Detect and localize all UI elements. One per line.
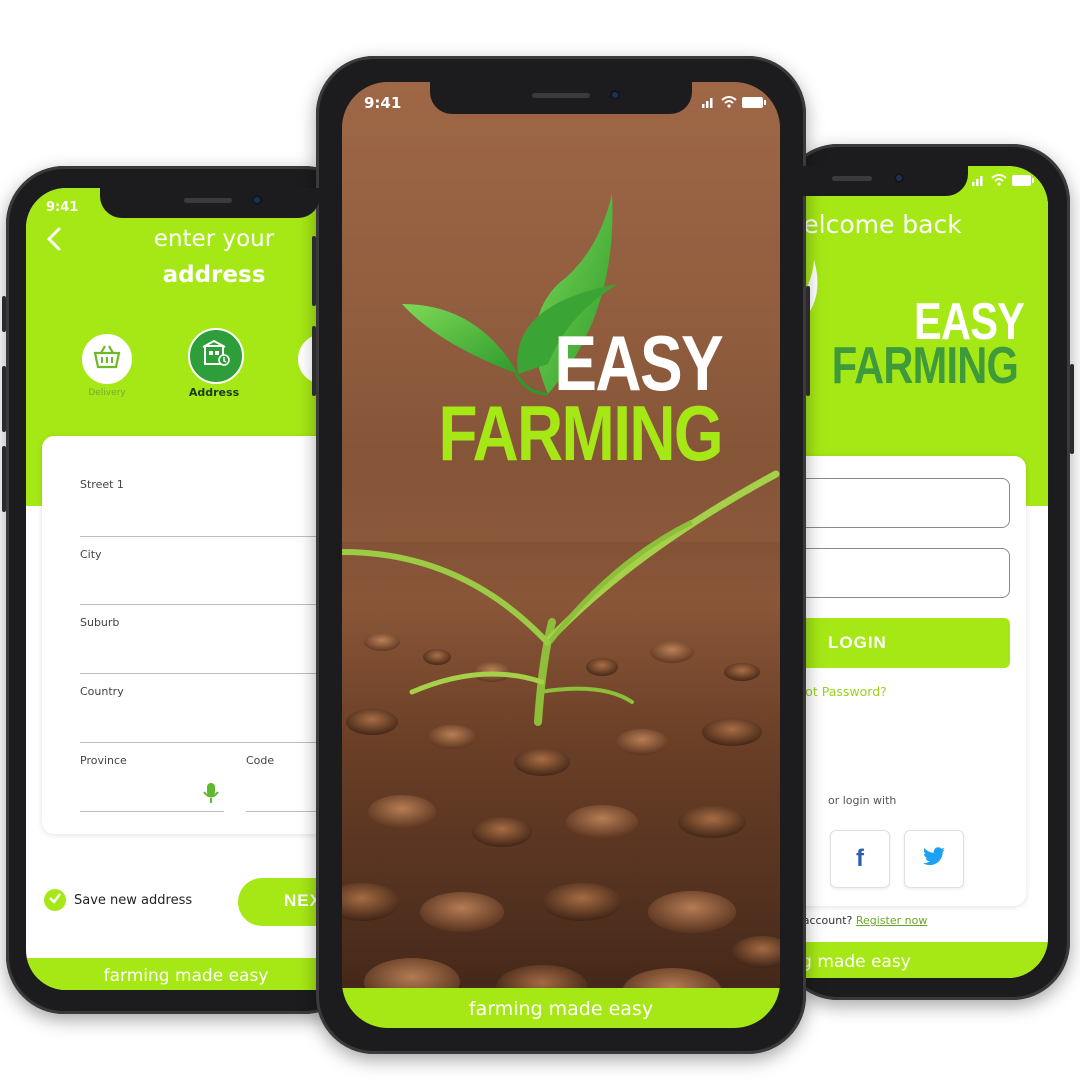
splash-screen: 9:41 EASY FARMING farming made easy <box>342 82 780 1028</box>
side-button <box>2 296 6 332</box>
microphone-icon[interactable] <box>202 782 220 809</box>
login-screen: Welcome back EASY FARMING LOGIN Forgot P… <box>802 166 1048 978</box>
country-label: Country <box>80 685 124 698</box>
login-button[interactable]: LOGIN <box>802 618 1010 668</box>
facebook-icon: f <box>856 845 864 872</box>
footer-tagline: farming made easy <box>26 958 346 990</box>
side-button <box>806 286 810 396</box>
wifi-icon <box>721 96 737 108</box>
back-icon[interactable] <box>44 226 66 252</box>
check-icon <box>48 891 62 909</box>
step-address[interactable] <box>188 328 244 384</box>
footer-tagline-text: farming made easy <box>468 998 654 1020</box>
facebook-login-button[interactable]: f <box>830 830 890 888</box>
wifi-icon <box>991 174 1007 186</box>
phone-splash: 9:41 EASY FARMING farming made easy <box>312 56 810 1054</box>
footer-tagline: farming made easy <box>342 988 780 1028</box>
notch <box>100 188 320 218</box>
status-time: 9:41 <box>364 94 402 112</box>
footer-tagline-text: farming made easy <box>802 952 911 972</box>
username-input[interactable] <box>802 478 1010 528</box>
footer-tagline-text: farming made easy <box>103 966 269 986</box>
code-label: Code <box>246 754 275 767</box>
twitter-icon <box>922 846 946 872</box>
splash-logo-farming: FARMING <box>438 389 724 477</box>
password-input[interactable] <box>802 548 1010 598</box>
login-logo-farming: FARMING <box>831 337 1019 395</box>
camera <box>610 90 620 100</box>
speaker <box>832 176 872 181</box>
battery-icon <box>1012 174 1034 186</box>
or-login-with-label: or login with <box>828 794 897 807</box>
welcome-title: Welcome back <box>802 210 962 239</box>
street-label: Street 1 <box>80 478 124 491</box>
step-delivery-label: Delivery <box>88 388 126 398</box>
speaker <box>532 93 590 98</box>
no-account-text: Don't have an account? <box>802 914 853 927</box>
province-input[interactable] <box>80 811 224 812</box>
camera <box>894 173 904 183</box>
battery-icon <box>742 96 766 108</box>
side-button <box>2 366 6 432</box>
login-button-label: LOGIN <box>828 633 887 652</box>
register-row: Don't have an account? Register now <box>802 914 927 927</box>
city-input[interactable] <box>80 604 346 605</box>
login-form-card: LOGIN Forgot Password? or login with f <box>802 456 1026 906</box>
register-link[interactable]: Register now <box>856 914 927 927</box>
speaker <box>184 198 232 203</box>
side-button <box>312 236 316 306</box>
side-button <box>2 446 6 512</box>
signal-icon <box>972 176 983 186</box>
address-screen: 9:41 enter your address Delivery Address… <box>26 188 346 990</box>
save-address-checkbox[interactable] <box>44 889 66 911</box>
save-address-label: Save new address <box>74 893 193 908</box>
status-icons <box>972 174 1034 186</box>
twitter-login-button[interactable] <box>904 830 964 888</box>
phone-address: 9:41 enter your address Delivery Address… <box>2 166 362 1014</box>
notch <box>430 82 692 114</box>
country-input[interactable] <box>80 742 346 743</box>
status-time: 9:41 <box>46 200 79 215</box>
phone-login: Welcome back EASY FARMING LOGIN Forgot P… <box>780 144 1074 1000</box>
step-address-label: Address <box>188 386 240 399</box>
camera <box>252 195 262 205</box>
address-title-line1: enter your <box>153 226 275 252</box>
address-form-card: Street 1 City Suburb Country Province Co… <box>42 436 346 834</box>
province-label: Province <box>80 754 127 767</box>
signal-icon <box>702 98 713 108</box>
side-button <box>312 326 316 396</box>
side-button <box>1070 364 1074 454</box>
building-icon <box>201 339 231 373</box>
suburb-label: Suburb <box>80 616 120 629</box>
suburb-input[interactable] <box>80 673 346 674</box>
street-input[interactable] <box>80 536 346 537</box>
step-delivery[interactable] <box>80 332 134 386</box>
forgot-password-link[interactable]: Forgot Password? <box>802 684 887 699</box>
basket-icon <box>92 344 122 375</box>
notch <box>802 166 968 196</box>
city-label: City <box>80 548 102 561</box>
status-icons <box>702 96 766 108</box>
footer-tagline: farming made easy <box>802 942 1048 978</box>
address-title-line2: address <box>162 262 266 288</box>
